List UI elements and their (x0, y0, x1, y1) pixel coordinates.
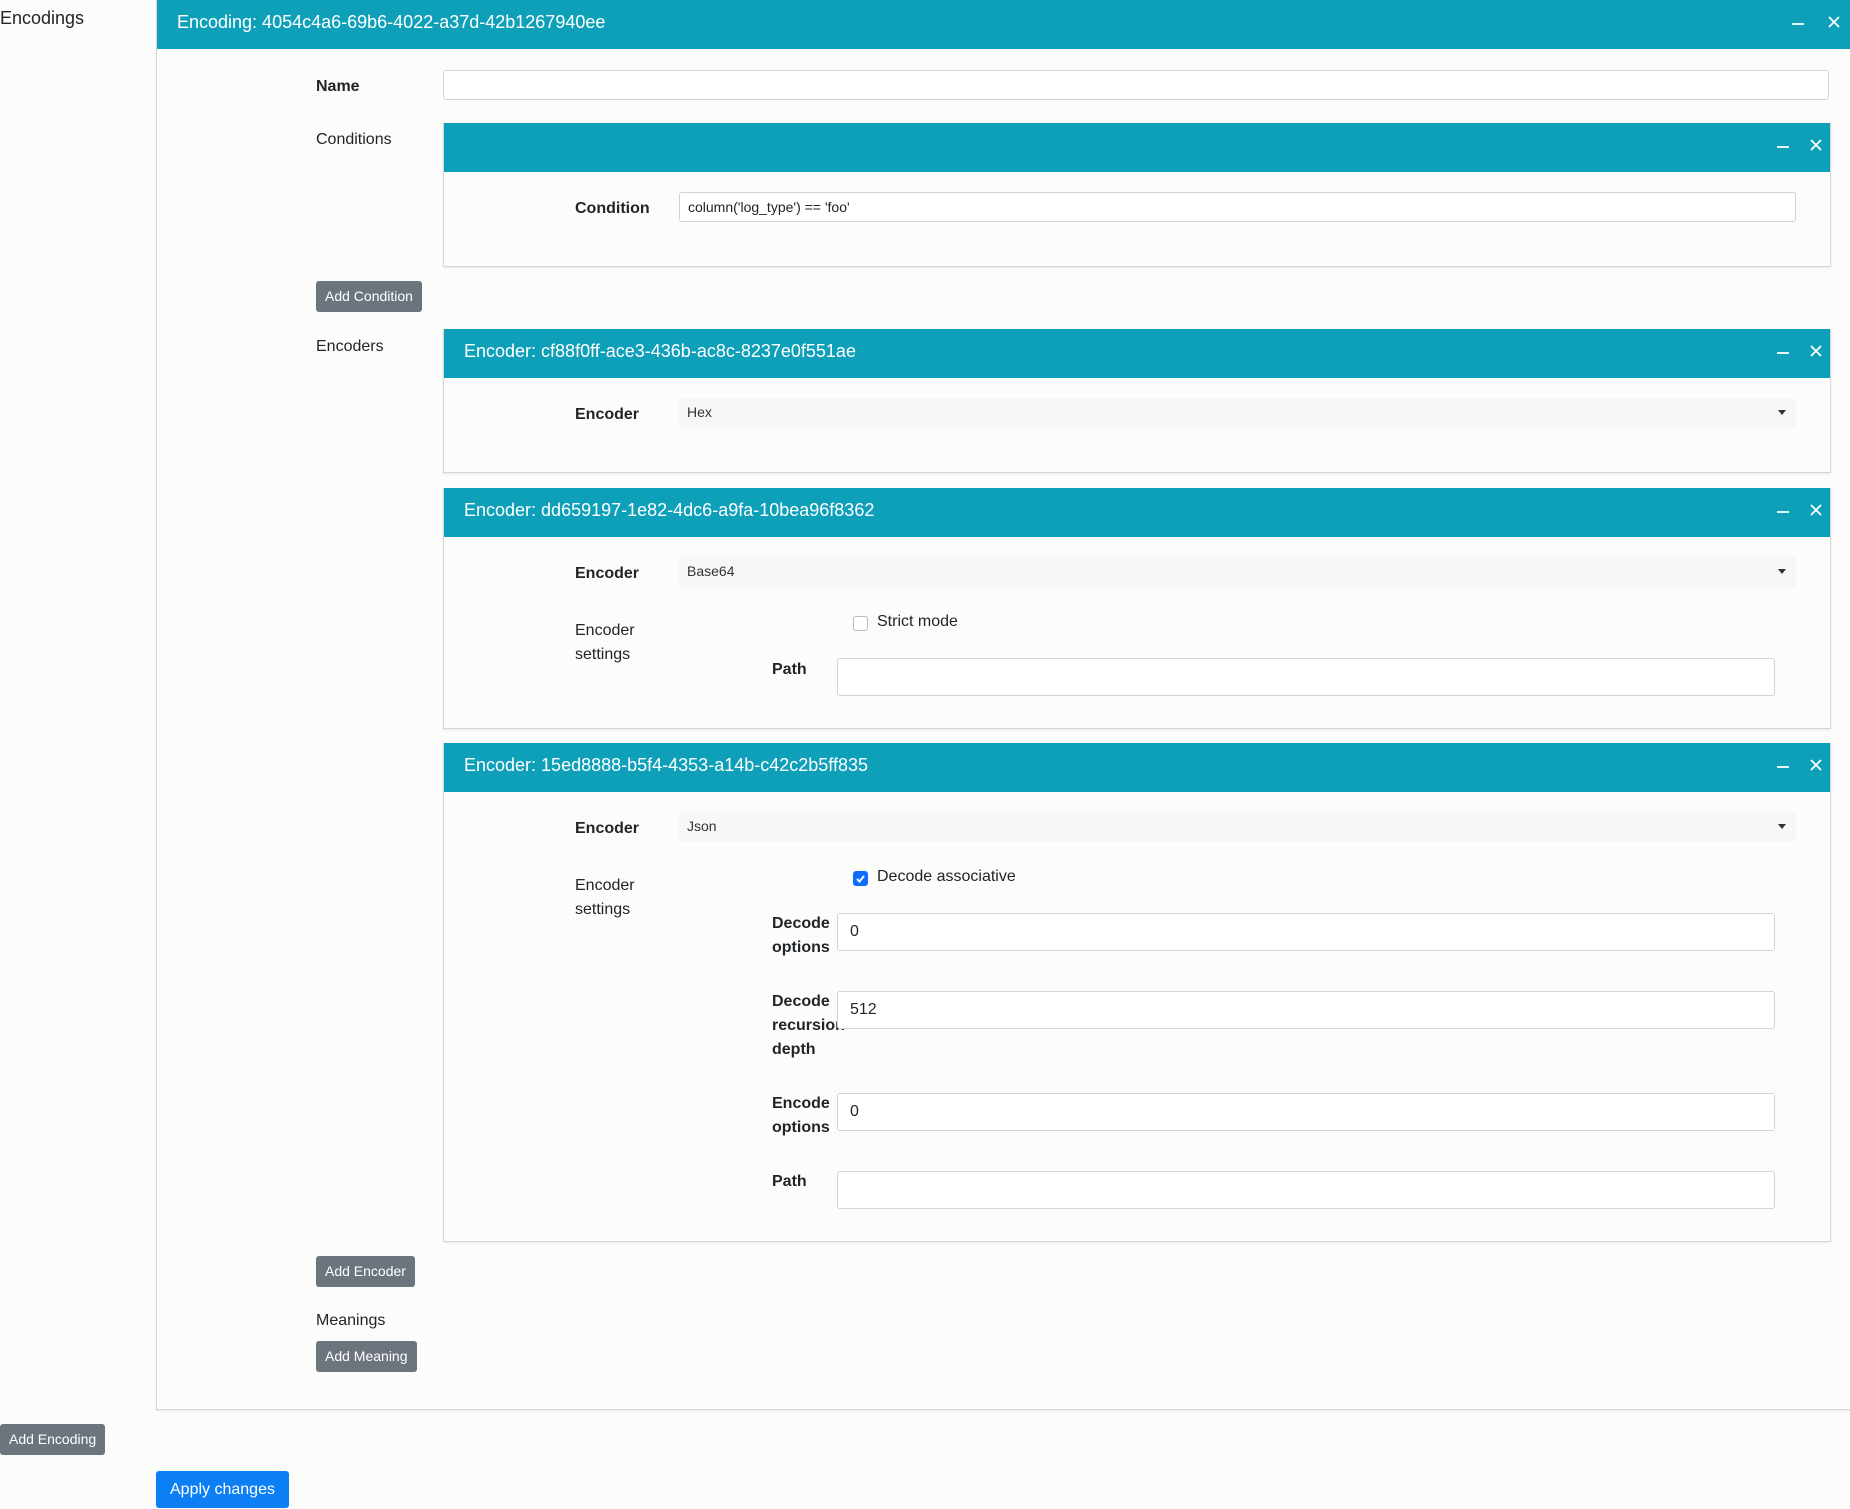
encoding-card: Encoding: 4054c4a6-69b6-4022-a37d-42b126… (156, 0, 1850, 1410)
encoder-select-value: Base64 (687, 563, 735, 579)
add-encoder-button[interactable]: Add Encoder (316, 1256, 415, 1287)
encode-options-input[interactable] (837, 1093, 1775, 1131)
close-icon[interactable] (1805, 498, 1827, 516)
decode-associative-checkbox[interactable] (853, 871, 868, 886)
encoder-card: Encoder: cf88f0ff-ace3-436b-ac8c-8237e0f… (443, 329, 1831, 473)
encoder-card: Encoder: dd659197-1e82-4dc6-a9fa-10bea96… (443, 488, 1831, 729)
path-label: Path (772, 1173, 807, 1190)
name-input[interactable] (443, 70, 1829, 100)
encoder-card: Encoder: 15ed8888-b5f4-4353-a14b-c42c2b5… (443, 743, 1831, 1242)
decode-recursion-depth-label: Decode recursion depth (772, 993, 845, 1058)
apply-changes-button[interactable]: Apply changes (156, 1471, 289, 1508)
encoder-title: Encoder: cf88f0ff-ace3-436b-ac8c-8237e0f… (464, 341, 856, 361)
encoder-title: Encoder: 15ed8888-b5f4-4353-a14b-c42c2b5… (464, 755, 868, 775)
strict-mode-checkbox[interactable] (853, 616, 868, 631)
encoder-label: Encoder (575, 820, 640, 837)
encoder-title: Encoder: dd659197-1e82-4dc6-a9fa-10bea96… (464, 500, 875, 520)
meanings-label: Meanings (316, 1312, 386, 1329)
close-icon[interactable] (1805, 133, 1827, 151)
chevron-down-icon (1778, 569, 1786, 574)
minimize-icon[interactable] (1772, 133, 1794, 151)
decode-associative-label: Decode associative (877, 868, 1016, 885)
chevron-down-icon (1778, 410, 1786, 415)
encoder-label: Encoder (575, 565, 640, 582)
encoder-select-value: Json (687, 818, 717, 834)
decode-options-label: Decode options (772, 915, 830, 956)
add-encoding-button[interactable]: Add Encoding (0, 1424, 106, 1455)
decode-recursion-depth-input[interactable] (837, 991, 1775, 1029)
minimize-icon[interactable] (1772, 753, 1794, 771)
encoder-card-header: Encoder: cf88f0ff-ace3-436b-ac8c-8237e0f… (444, 329, 1830, 378)
encoder-card-header: Encoder: 15ed8888-b5f4-4353-a14b-c42c2b5… (444, 743, 1830, 792)
sidebar-title: Encodings (0, 8, 85, 28)
encoders-label: Encoders (316, 338, 384, 355)
condition-label: Condition (575, 200, 650, 217)
encoder-settings-label: Encoder settings (575, 877, 635, 918)
add-condition-button[interactable]: Add Condition (316, 281, 422, 312)
path-input[interactable] (837, 658, 1775, 696)
condition-card-header (444, 123, 1830, 172)
close-icon[interactable] (1805, 339, 1827, 357)
close-icon[interactable] (1823, 10, 1845, 28)
encoder-card-header: Encoder: dd659197-1e82-4dc6-a9fa-10bea96… (444, 488, 1830, 537)
encoder-select[interactable]: Hex (679, 398, 1796, 428)
decode-options-input[interactable] (837, 913, 1775, 951)
conditions-label: Conditions (316, 131, 392, 148)
condition-input[interactable] (679, 192, 1796, 222)
minimize-icon[interactable] (1772, 339, 1794, 357)
condition-card: Condition (443, 123, 1831, 267)
encoder-select-value: Hex (687, 404, 712, 420)
chevron-down-icon (1778, 824, 1786, 829)
encoding-title: Encoding: 4054c4a6-69b6-4022-a37d-42b126… (177, 12, 606, 32)
minimize-icon[interactable] (1787, 10, 1809, 28)
encode-options-label: Encode options (772, 1095, 830, 1136)
encoder-select[interactable]: Base64 (679, 557, 1796, 587)
strict-mode-label: Strict mode (877, 613, 958, 630)
encoder-label: Encoder (575, 406, 640, 423)
encoder-settings-label: Encoder settings (575, 622, 635, 663)
encoding-card-header: Encoding: 4054c4a6-69b6-4022-a37d-42b126… (157, 0, 1850, 49)
path-input[interactable] (837, 1171, 1775, 1209)
add-meaning-button[interactable]: Add Meaning (316, 1341, 417, 1372)
name-label: Name (316, 78, 360, 95)
encoder-select[interactable]: Json (679, 812, 1796, 842)
minimize-icon[interactable] (1772, 498, 1794, 516)
path-label: Path (772, 661, 807, 678)
close-icon[interactable] (1805, 753, 1827, 771)
